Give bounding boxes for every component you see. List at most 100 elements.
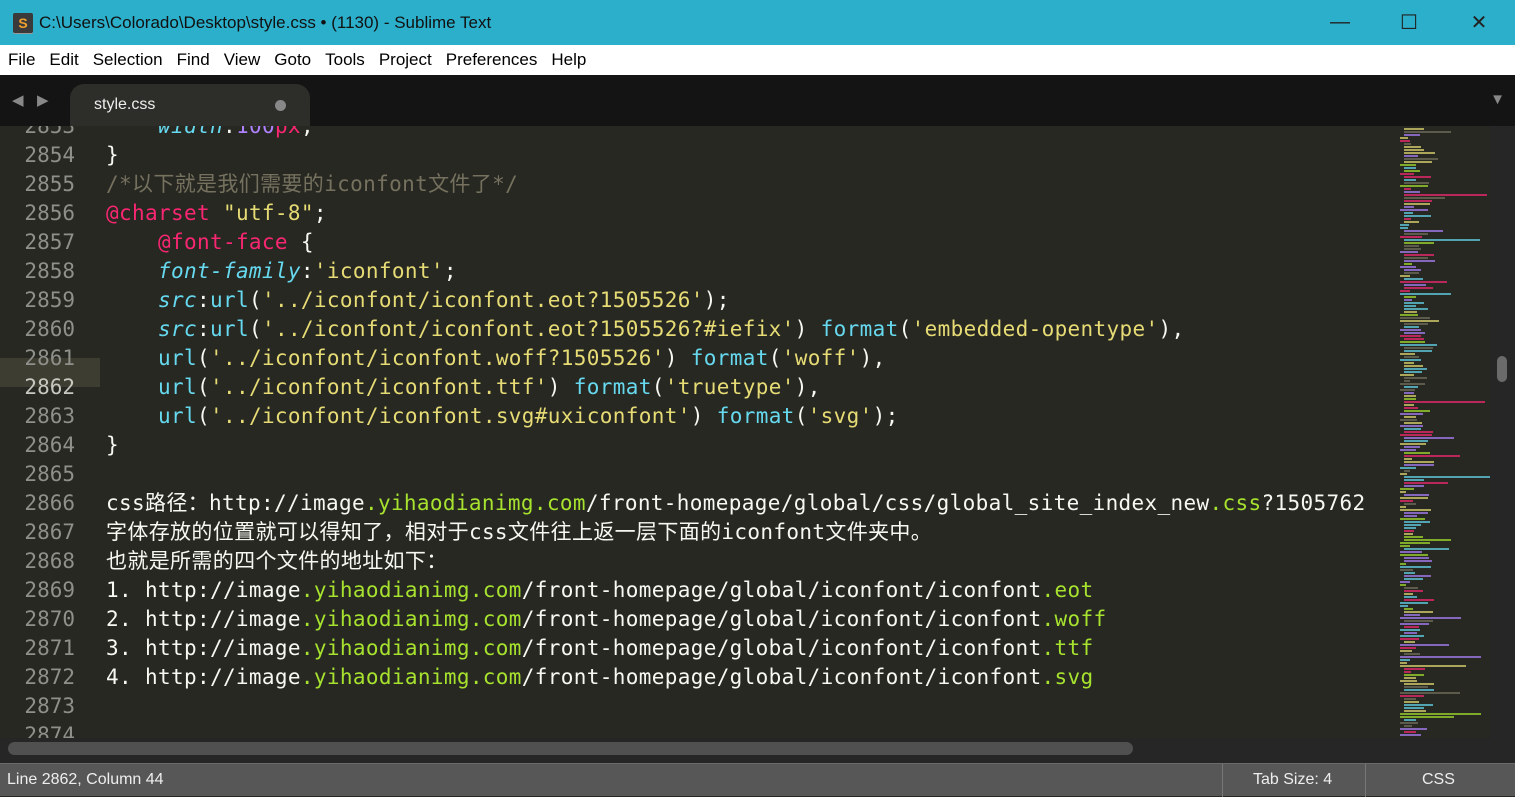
minimap-line — [1404, 332, 1425, 334]
minimap-line — [1400, 650, 1413, 652]
code-line[interactable]: 2853 width:100px; — [0, 126, 1398, 141]
code-token: url — [157, 375, 197, 399]
code-line[interactable]: 2863 url('../iconfont/iconfont.svg#uxico… — [0, 402, 1398, 431]
code-token: '../iconfont/iconfont.woff?1505526' — [209, 346, 665, 370]
tab-style-css[interactable]: style.css — [70, 84, 310, 126]
menu-find[interactable]: Find — [170, 50, 217, 70]
close-button[interactable]: ✕ — [1444, 0, 1514, 45]
code-token: 'embedded-opentype' — [911, 317, 1159, 341]
minimap-line — [1400, 629, 1421, 631]
minimap-line — [1404, 503, 1417, 505]
code-token: ), — [794, 375, 821, 399]
vertical-scroll-thumb[interactable] — [1497, 356, 1507, 382]
minimap-line — [1400, 665, 1467, 667]
menu-goto[interactable]: Goto — [267, 50, 318, 70]
code-line[interactable]: 2854} — [0, 141, 1398, 170]
code-token: ; — [443, 259, 457, 283]
code-editor[interactable]: 2853 width:100px; 2854} 2855/*以下就是我们需要的ico… — [0, 126, 1490, 738]
tab-size-selector[interactable]: Tab Size: 4 — [1253, 764, 1332, 797]
code-line[interactable]: 2874 — [0, 721, 1398, 738]
minimap-line — [1400, 173, 1415, 175]
minimap-line — [1400, 374, 1414, 376]
minimap-line — [1400, 623, 1430, 625]
tab-prev-icon[interactable]: ◀ — [12, 91, 24, 109]
minimap-line — [1404, 200, 1432, 202]
menu-tools[interactable]: Tools — [318, 50, 372, 70]
code-token: .woff — [1041, 607, 1107, 631]
code-token: 2. http://image — [106, 607, 301, 631]
minimize-button[interactable]: — — [1305, 0, 1375, 45]
minimap-line — [1404, 176, 1431, 178]
menu-file[interactable]: File — [1, 50, 42, 70]
line-number: 2854 — [24, 143, 75, 167]
line-number: 2873 — [24, 694, 75, 718]
minimap-line — [1400, 224, 1410, 226]
minimap[interactable] — [1398, 126, 1490, 738]
line-number: 2863 — [24, 404, 75, 428]
code-line[interactable]: 2861 url('../iconfont/iconfont.woff?1505… — [0, 344, 1398, 373]
code-line[interactable]: 2867 字体存放的位置就可以得知了，相对于css文件往上返一层下面的iconfo… — [0, 518, 1398, 547]
code-line[interactable]: 2859 src:url('../iconfont/iconfont.eot?1… — [0, 286, 1398, 315]
code-line[interactable]: 2873 — [0, 692, 1398, 721]
minimap-line — [1400, 317, 1430, 319]
unsaved-dot-icon[interactable] — [275, 100, 286, 111]
menu-help[interactable]: Help — [544, 50, 593, 70]
minimap-line — [1404, 221, 1419, 223]
minimap-line — [1400, 722, 1419, 724]
minimap-line — [1404, 347, 1434, 349]
vertical-scrollbar[interactable] — [1490, 126, 1515, 738]
menu-edit[interactable]: Edit — [42, 50, 85, 70]
menu-preferences[interactable]: Preferences — [439, 50, 545, 70]
code-line[interactable]: 2855 /*以下就是我们需要的iconfont文件了*/ — [0, 170, 1398, 199]
code-line[interactable]: 2858 font-family:'iconfont'; — [0, 257, 1398, 286]
code-line[interactable]: 2860 src:url('../iconfont/iconfont.eot?1… — [0, 315, 1398, 344]
horizontal-scrollbar[interactable] — [0, 738, 1515, 763]
minimap-line — [1400, 728, 1427, 730]
code-line[interactable]: 2857 @font-face { — [0, 228, 1398, 257]
code-line[interactable]: 2869 1. http://image.yihaodianimg.com/fro… — [0, 576, 1398, 605]
tab-list-dropdown-icon[interactable]: ▼ — [1490, 91, 1505, 108]
minimap-line — [1400, 692, 1460, 694]
minimap-line — [1404, 416, 1417, 418]
menu-project[interactable]: Project — [372, 50, 439, 70]
minimap-line — [1404, 158, 1438, 160]
minimap-line — [1404, 530, 1415, 532]
minimap-line — [1404, 524, 1422, 526]
horizontal-scroll-thumb[interactable] — [8, 742, 1133, 755]
minimap-line — [1404, 686, 1429, 688]
minimap-line — [1404, 671, 1412, 673]
code-token: ), — [859, 346, 886, 370]
minimap-line — [1404, 599, 1434, 601]
minimap-line — [1404, 476, 1490, 478]
code-token: ) — [794, 317, 821, 341]
code-line[interactable]: 2866 css路径：http://image.yihaodianimg.com/… — [0, 489, 1398, 518]
code-line[interactable]: 2856 @charset "utf-8"; — [0, 199, 1398, 228]
code-token: /front-homepage/global/iconfont/iconfont — [521, 607, 1042, 631]
minimap-line — [1404, 431, 1433, 433]
minimap-line — [1400, 551, 1423, 553]
code-line[interactable]: 2862 url('../iconfont/iconfont.ttf') for… — [0, 373, 1398, 402]
minimap-line — [1404, 161, 1433, 163]
code-line[interactable]: 2871 3. http://image.yihaodianimg.com/fro… — [0, 634, 1398, 663]
menu-view[interactable]: View — [217, 50, 268, 70]
minimap-line — [1404, 596, 1417, 598]
code-line[interactable]: 2872 4. http://image.yihaodianimg.com/fro… — [0, 663, 1398, 692]
minimap-line — [1400, 509, 1431, 511]
code-line[interactable]: 2865 — [0, 460, 1398, 489]
minimap-line — [1404, 653, 1421, 655]
line-code: @charset "utf-8"; — [106, 199, 327, 228]
minimap-line — [1404, 134, 1421, 136]
minimap-line — [1404, 701, 1419, 703]
code-line[interactable]: 2868 也就是所需的四个文件的地址如下： — [0, 547, 1398, 576]
minimap-line — [1400, 659, 1411, 661]
minimap-line — [1400, 644, 1449, 646]
tab-next-icon[interactable]: ▶ — [37, 91, 49, 109]
menu-selection[interactable]: Selection — [86, 50, 170, 70]
syntax-selector[interactable]: CSS — [1422, 764, 1455, 797]
code-token: format — [690, 346, 769, 370]
code-line[interactable]: 2870 2. http://image.yihaodianimg.com/fro… — [0, 605, 1398, 634]
maximize-button[interactable]: ☐ — [1374, 0, 1444, 45]
code-line[interactable]: 2864} — [0, 431, 1398, 460]
